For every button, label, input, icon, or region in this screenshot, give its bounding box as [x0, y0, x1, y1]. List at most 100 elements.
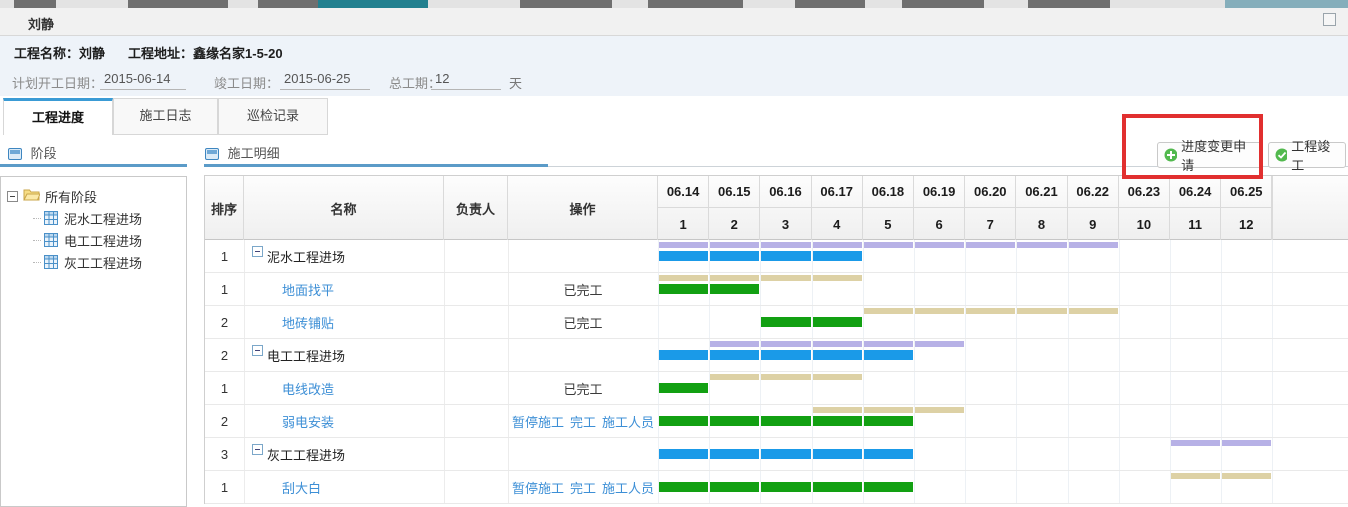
gantt-bar-task_actual-segment — [710, 284, 759, 294]
gantt-bar-task_plan-segment — [1069, 308, 1118, 314]
row-ops-cell: 暂停施工完工施工人员 — [508, 471, 658, 504]
gantt-bar-task_actual-segment — [813, 482, 862, 492]
row-order-cell: 1 — [205, 471, 244, 504]
gantt-bar-task_actual-segment — [761, 416, 810, 426]
project-complete-button[interactable]: 工程竣工 — [1268, 142, 1346, 168]
table-grid-icon — [44, 233, 58, 247]
op-link[interactable]: 暂停施工 — [512, 412, 564, 431]
gantt-bar-task_actual-segment — [864, 482, 913, 492]
row-ops-cell — [508, 339, 658, 372]
row-owner-cell — [444, 273, 508, 306]
gantt-date-cell: 06.15 — [709, 176, 760, 208]
gantt-date-cell: 06.14 — [658, 176, 709, 208]
tab-inspection-record[interactable]: 巡检记录 — [218, 98, 328, 135]
op-link[interactable]: 施工人员 — [602, 478, 654, 497]
gantt-bar-task_actual-segment — [864, 416, 913, 426]
check-circle-icon — [1275, 148, 1287, 162]
gantt-row: 1 刮大白 暂停施工完工施工人员 — [205, 471, 1348, 504]
row-name-cell: 电线改造 — [244, 372, 444, 405]
row-order-cell: 2 — [205, 405, 244, 438]
gantt-bar-stage_plan-segment — [915, 341, 964, 347]
detail-panel-title: 施工明细 — [228, 146, 280, 161]
gantt-bar-task_plan-segment — [761, 374, 810, 380]
gantt-bar-task_plan-segment — [659, 275, 708, 281]
status-text: 已完工 — [563, 313, 602, 332]
gantt-bar-stage_actual-segment — [659, 449, 708, 459]
tree-item-label: 泥水工程进场 — [64, 209, 142, 228]
row-owner-cell — [444, 306, 508, 339]
gantt-row: 2 地砖铺贴 已完工 — [205, 306, 1348, 339]
gantt-header-trailing — [1272, 176, 1348, 240]
gantt-row: 2电工工程进场 — [205, 339, 1348, 372]
op-link[interactable]: 完工 — [570, 478, 596, 497]
gantt-row: 1泥水工程进场 — [205, 240, 1348, 273]
row-name-cell: 刮大白 — [244, 471, 444, 504]
row-name-cell: 地砖铺贴 — [244, 306, 444, 339]
tree-connector — [33, 240, 41, 241]
collapse-toggle-icon[interactable] — [252, 246, 263, 257]
project-address-label: 工程地址： — [128, 46, 193, 61]
gantt-bar-stage_plan-segment — [710, 242, 759, 248]
gantt-bar-stage_plan-segment — [761, 341, 810, 347]
tree-item-stage[interactable]: 灰工工程进场 — [33, 251, 180, 273]
panel-icon — [8, 148, 22, 163]
gantt-column-header: 名称 — [244, 176, 444, 240]
op-link[interactable]: 暂停施工 — [512, 478, 564, 497]
stage-tree-panel: 所有阶段 泥水工程进场电工工程进场灰工工程进场 — [0, 176, 187, 507]
tab-project-progress[interactable]: 工程进度 — [3, 98, 113, 135]
task-name-link[interactable]: 地砖铺贴 — [282, 313, 334, 332]
gantt-bar-stage_actual-segment — [864, 350, 913, 360]
row-ops-cell — [508, 438, 658, 471]
row-ops-cell: 已完工 — [508, 372, 658, 405]
planned-start-input[interactable]: 2015-06-14 — [100, 71, 186, 90]
row-order-cell: 2 — [205, 306, 244, 339]
tree-collapse-toggle-icon[interactable] — [7, 191, 18, 202]
task-name-link[interactable]: 弱电安装 — [282, 412, 334, 431]
gantt-bar-stage_actual-segment — [710, 449, 759, 459]
gantt-bar-stage_plan-segment — [813, 242, 862, 248]
duration-input[interactable]: 12 — [431, 71, 501, 90]
gantt-day-number-cell: 8 — [1016, 208, 1067, 240]
clipped-menu-segment — [520, 0, 612, 8]
stage-panel-header: 阶段 — [8, 143, 57, 163]
completion-date-label: 竣工日期： — [214, 73, 279, 92]
stage-panel-title: 阶段 — [31, 146, 57, 161]
tree-item-stage[interactable]: 泥水工程进场 — [33, 207, 180, 229]
completion-date-input[interactable]: 2015-06-25 — [280, 71, 370, 90]
row-owner-cell — [444, 471, 508, 504]
gantt-bar-stage_actual-segment — [710, 350, 759, 360]
gantt-day-number-cell: 4 — [812, 208, 863, 240]
collapse-toggle-icon[interactable] — [252, 444, 263, 455]
table-grid-icon — [44, 211, 58, 225]
tree-root-item[interactable]: 所有阶段 — [7, 185, 180, 207]
gantt-day-number-cell: 11 — [1170, 208, 1221, 240]
gantt-column-header: 操作 — [508, 176, 658, 240]
op-link[interactable]: 完工 — [570, 412, 596, 431]
clipped-menu-segment — [795, 0, 865, 8]
tab-construction-log[interactable]: 施工日志 — [113, 98, 218, 135]
app-window: 刘静 工程名称：刘静 工程地址：鑫缘名家1-5-20 计划开工日期： 2015-… — [0, 0, 1348, 507]
gantt-date-cell: 06.25 — [1221, 176, 1272, 208]
detail-panel-header: 施工明细 — [205, 143, 280, 163]
gantt-bar-task_plan-segment — [1017, 308, 1066, 314]
project-complete-label: 工程竣工 — [1291, 136, 1337, 174]
task-name-link[interactable]: 地面找平 — [282, 280, 334, 299]
progress-change-request-button[interactable]: 进度变更申请 — [1157, 142, 1263, 168]
row-order-cell: 3 — [205, 438, 244, 471]
gantt-bar-task_plan-segment — [813, 407, 862, 413]
gantt-bar-stage_plan-segment — [864, 242, 913, 248]
gantt-bar-stage_actual-segment — [813, 251, 862, 261]
maximize-icon[interactable] — [1323, 13, 1336, 26]
clipped-menu-segment — [648, 0, 743, 8]
task-name-link[interactable]: 刮大白 — [282, 478, 321, 497]
tree-item-stage[interactable]: 电工工程进场 — [33, 229, 180, 251]
task-name-link[interactable]: 电线改造 — [282, 379, 334, 398]
gantt-date-cell: 06.18 — [863, 176, 914, 208]
row-name-cell: 电工工程进场 — [244, 339, 444, 372]
op-link[interactable]: 施工人员 — [602, 412, 654, 431]
collapse-toggle-icon[interactable] — [252, 345, 263, 356]
panel-icon — [205, 148, 219, 163]
row-name-cell: 地面找平 — [244, 273, 444, 306]
status-text: 已完工 — [563, 379, 602, 398]
gantt-day-number-cell: 12 — [1221, 208, 1272, 240]
